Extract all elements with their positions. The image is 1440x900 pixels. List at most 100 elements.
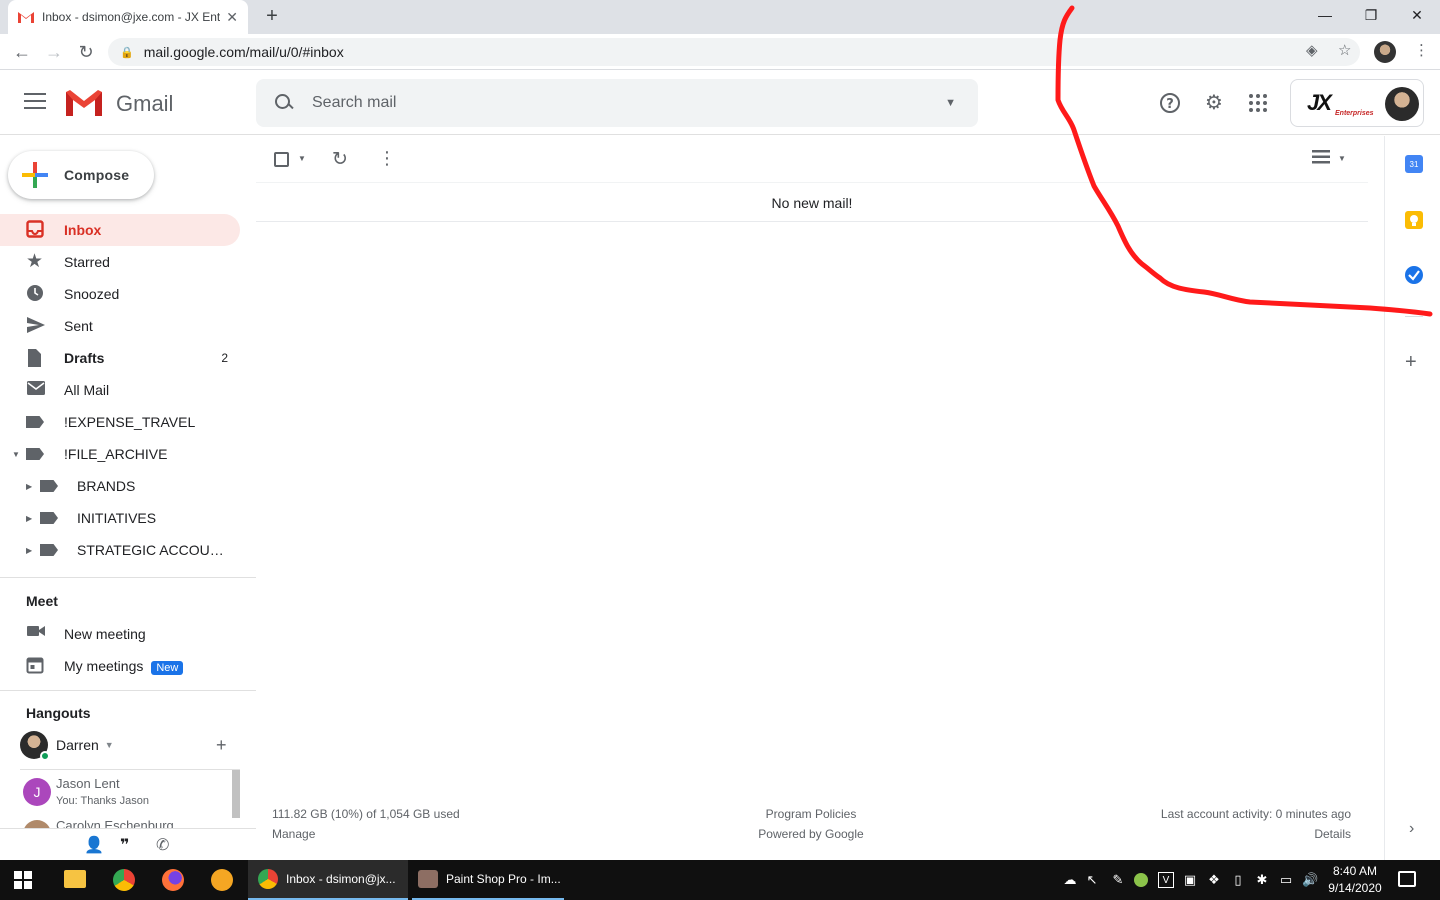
sidebar-item-expense-travel[interactable]: !EXPENSE_TRAVEL <box>0 406 240 438</box>
select-chevron-down-icon[interactable]: ▼ <box>298 154 306 163</box>
taskbar-app-paint-shop[interactable]: Paint Shop Pro - Im... <box>412 860 564 900</box>
browser-tab-inbox[interactable]: Inbox - dsimon@jxe.com - JX Enterprises … <box>8 0 248 34</box>
windows-start-icon[interactable] <box>14 871 32 894</box>
search-options-chevron-down-icon[interactable]: ▼ <box>945 97 956 109</box>
help-icon[interactable]: ? <box>1158 91 1182 115</box>
notifications-icon[interactable] <box>1398 871 1416 887</box>
get-addons-plus-icon[interactable]: + <box>1405 351 1417 374</box>
close-window-button[interactable]: ✕ <box>1394 0 1440 30</box>
onedrive-cloud-icon[interactable]: ☁ <box>1062 872 1078 888</box>
tray-app-icon[interactable]: ✎ <box>1110 872 1126 888</box>
search-icon[interactable] <box>274 93 294 113</box>
refresh-icon[interactable]: ↻ <box>332 148 348 171</box>
main-menu-icon[interactable] <box>24 93 46 114</box>
sidebar-item-drafts[interactable]: Drafts 2 <box>0 342 240 374</box>
address-bar[interactable]: 🔒 mail.google.com/mail/u/0/#inbox <box>108 38 1360 66</box>
program-policies-link[interactable]: Program Policies <box>736 804 886 824</box>
expand-triangle-icon[interactable]: ▶ <box>26 482 32 491</box>
select-all-checkbox[interactable] <box>274 152 289 167</box>
browser-menu-icon[interactable]: ⋮ <box>1414 41 1429 59</box>
browser-profile-avatar[interactable] <box>1374 41 1396 63</box>
details-link[interactable]: Details <box>1076 824 1351 844</box>
account-switcher[interactable]: JX Enterprises <box>1290 79 1424 127</box>
phone-icon[interactable]: ✆ <box>156 835 169 855</box>
sidebar-item-inbox[interactable]: Inbox <box>0 214 240 246</box>
density-toggle-icon[interactable] <box>1312 150 1330 169</box>
sidebar-item-all-mail[interactable]: All Mail <box>0 374 240 406</box>
weather-app-icon[interactable] <box>211 869 233 891</box>
expand-triangle-icon[interactable]: ▶ <box>26 546 32 555</box>
hangouts-user-row[interactable]: Darren ▼ + <box>20 731 240 761</box>
contact-avatar <box>23 820 51 828</box>
expand-panel-chevron-right-icon[interactable]: › <box>1409 820 1414 838</box>
firefox-taskbar-icon[interactable] <box>162 869 184 891</box>
reload-icon[interactable]: ↻ <box>74 40 98 64</box>
draft-file-icon <box>26 348 46 368</box>
tray-monitor-icon[interactable]: ▣ <box>1182 872 1198 888</box>
apps-grid-icon[interactable] <box>1246 91 1270 115</box>
compose-button[interactable]: Compose <box>8 151 154 199</box>
system-clock[interactable]: 8:40 AM 9/14/2020 <box>1324 863 1386 897</box>
action-toolbar: ▼ ↻ ⋮ ▼ <box>256 136 1368 183</box>
gmail-logo-icon[interactable] <box>64 88 104 118</box>
search-bar[interactable]: Search mail ▼ <box>256 79 978 127</box>
contact-snippet: You: Thanks Jason <box>56 795 149 807</box>
sidebar-item-initiatives[interactable]: ▶ INITIATIVES <box>0 502 240 534</box>
account-avatar[interactable] <box>1385 87 1419 121</box>
tray-vpn-icon[interactable]: V <box>1158 872 1174 888</box>
tab-close-icon[interactable]: ✕ <box>226 9 238 26</box>
volume-icon[interactable]: 🔊 <box>1302 872 1318 888</box>
manage-link[interactable]: Manage <box>272 824 460 844</box>
search-input[interactable]: Search mail <box>312 94 945 112</box>
label-tag-icon <box>40 508 60 528</box>
dropbox-icon[interactable]: ❖ <box>1206 872 1222 888</box>
collapse-triangle-icon[interactable]: ▼ <box>12 450 20 459</box>
hangouts-tabs: 👤 ❞ ✆ <box>0 828 256 860</box>
taskbar-app-inbox[interactable]: Inbox - dsimon@jx... <box>248 860 408 900</box>
new-conversation-plus-icon[interactable]: + <box>216 735 227 756</box>
tray-status-icon[interactable] <box>1134 873 1148 887</box>
contacts-person-icon[interactable]: 👤 <box>84 835 104 855</box>
compose-plus-icon <box>22 162 48 188</box>
chat-quote-icon[interactable]: ❞ <box>120 835 129 855</box>
expand-triangle-icon[interactable]: ▶ <box>26 514 32 523</box>
meet-new-meeting[interactable]: New meeting <box>0 618 240 650</box>
sidebar-item-file-archive[interactable]: ▼ !FILE_ARCHIVE <box>0 438 240 470</box>
battery-icon[interactable]: ▯ <box>1230 872 1246 888</box>
sidebar-item-snoozed[interactable]: Snoozed <box>0 278 240 310</box>
hangouts-contact-row[interactable]: J Jason Lent You: Thanks Jason <box>20 776 232 812</box>
sidebar-item-strategic-accounts[interactable]: ▶ STRATEGIC ACCOUNTS <box>0 534 240 566</box>
bookmark-star-icon[interactable]: ☆ <box>1338 41 1351 59</box>
new-tab-button[interactable]: + <box>260 5 284 28</box>
hangouts-contact-row[interactable]: Carolyn Eschenburg <box>20 818 232 828</box>
sidebar-item-label: INITIATIVES <box>77 510 157 526</box>
minimize-button[interactable]: — <box>1302 0 1348 30</box>
sidebar-item-starred[interactable]: ★ Starred <box>0 246 240 278</box>
hangouts-scrollbar[interactable] <box>232 770 240 818</box>
more-options-icon[interactable]: ⋮ <box>378 148 396 169</box>
restore-button[interactable]: ❐ <box>1348 0 1394 30</box>
sidebar-item-sent[interactable]: Sent <box>0 310 240 342</box>
my-meetings-label: My meetings <box>64 658 144 674</box>
google-keep-icon[interactable] <box>1405 211 1423 229</box>
google-calendar-icon[interactable]: 31 <box>1405 155 1423 173</box>
label-tag-icon <box>26 412 46 432</box>
sidebar-item-brands[interactable]: ▶ BRANDS <box>0 470 240 502</box>
tray-settings-icon[interactable]: ✱ <box>1254 872 1270 888</box>
file-explorer-icon[interactable] <box>64 870 86 888</box>
network-icon[interactable]: ▭ <box>1278 872 1294 888</box>
contact-avatar: J <box>23 778 51 806</box>
meet-my-meetings[interactable]: My meetings New <box>0 650 240 682</box>
back-arrow-icon[interactable]: ← <box>10 40 34 64</box>
video-camera-icon <box>26 624 46 644</box>
settings-gear-icon[interactable]: ⚙ <box>1202 91 1226 115</box>
chrome-icon <box>258 869 278 889</box>
google-tasks-icon[interactable] <box>1405 266 1423 284</box>
label-tag-icon <box>26 444 46 464</box>
eye-extension-icon[interactable]: ◈ <box>1306 41 1318 59</box>
windows-taskbar: Inbox - dsimon@jx... Paint Shop Pro - Im… <box>0 860 1440 900</box>
chrome-taskbar-icon[interactable] <box>113 869 135 891</box>
density-chevron-down-icon[interactable]: ▼ <box>1338 154 1346 163</box>
forward-arrow-icon[interactable]: → <box>42 40 66 64</box>
status-chevron-down-icon[interactable]: ▼ <box>105 740 114 750</box>
